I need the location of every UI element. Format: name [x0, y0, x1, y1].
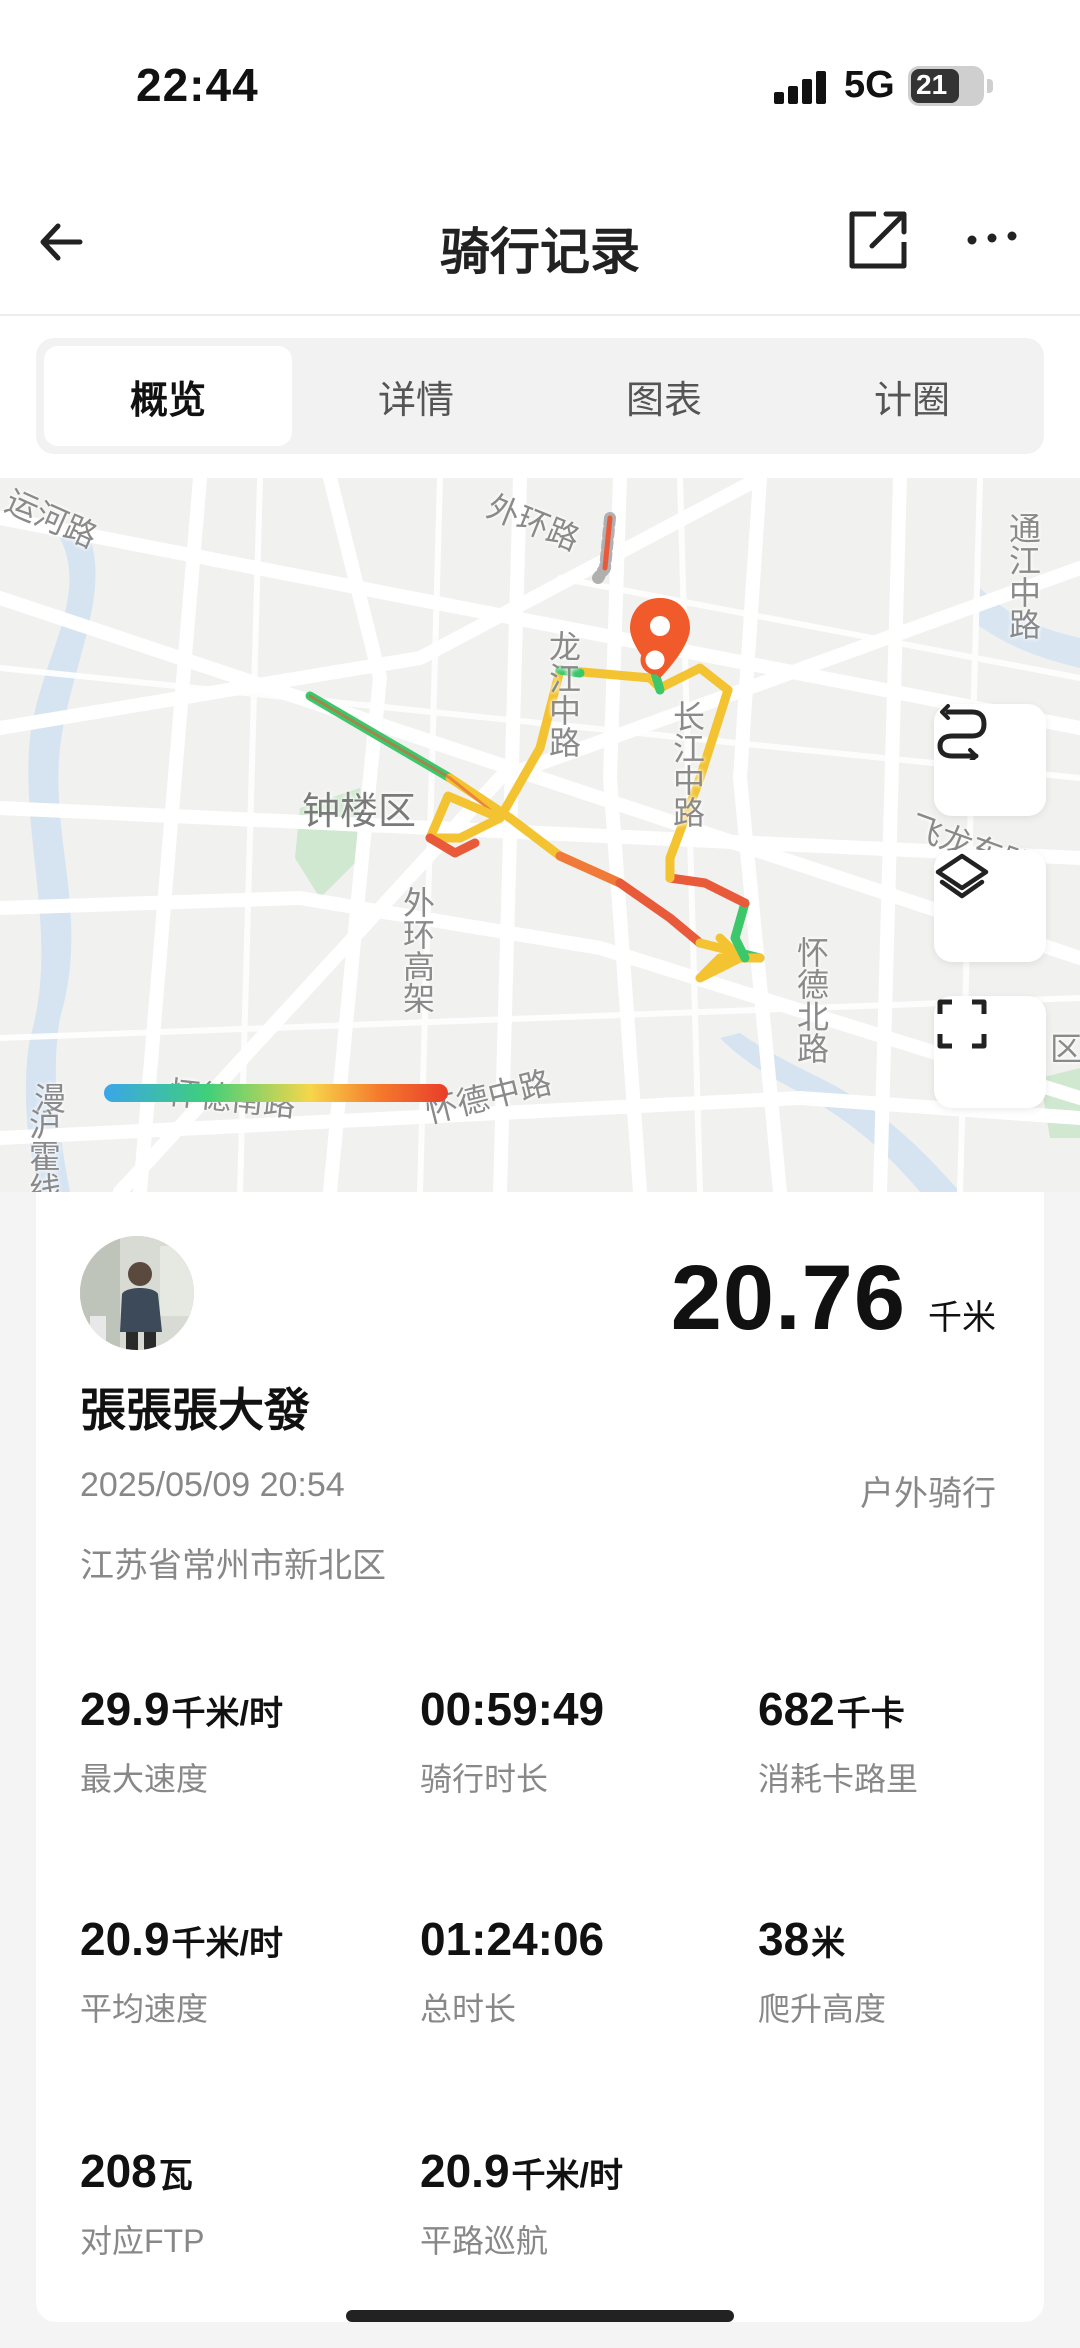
stat-label: 对应FTP	[80, 2223, 205, 2259]
map-label-waihuan-gaojia: 外环高架	[399, 886, 435, 1014]
route-pin-icon	[630, 598, 690, 678]
stat-value: 29.9	[80, 1683, 170, 1735]
stat-max-speed: 29.9千米/时 最大速度	[80, 1682, 283, 1800]
layers-icon	[935, 853, 989, 899]
map-label-longjiang: 龙江中路	[545, 630, 581, 758]
stat-unit: 米	[811, 1925, 846, 1963]
segmented-tabs: 概览 详情 图表 计圈	[36, 338, 1044, 454]
more-button[interactable]	[964, 210, 1020, 266]
stat-label: 消耗卡路里	[758, 1761, 919, 1797]
username: 張張張大發	[80, 1384, 310, 1436]
stat-elevation: 38米 爬升高度	[758, 1912, 886, 2030]
stat-ride-duration: 00:59:49 骑行时长	[420, 1682, 604, 1800]
map-layers-button[interactable]	[934, 850, 1046, 962]
stat-ftp: 208瓦 对应FTP	[80, 2144, 204, 2262]
network-type: 5G	[844, 64, 895, 106]
stat-unit: 千米/时	[171, 1925, 283, 1963]
stat-label: 平均速度	[80, 1991, 209, 2027]
navigation-bar: 骑行记录	[0, 180, 1080, 316]
battery-level: 21	[916, 69, 948, 100]
route-map[interactable]: 运河路 外环路 通江中路 龙江中路 长江中路 钟楼区 飞龙东路 外环高架 怀德北…	[0, 478, 1080, 1192]
tab-overview[interactable]: 概览	[44, 346, 292, 446]
signal-icon	[774, 70, 828, 104]
home-indicator[interactable]	[346, 2310, 734, 2322]
tabs-section: 概览 详情 图表 计圈	[0, 316, 1080, 478]
stat-value: 20.9	[80, 1913, 170, 1965]
stat-value: 01:24:06	[420, 1913, 605, 1965]
speed-legend-bar	[104, 1084, 448, 1102]
stat-value: 208	[80, 2145, 157, 2197]
status-time: 22:44	[136, 59, 259, 111]
map-label-changjiang: 长江中路	[669, 700, 705, 828]
ride-datetime: 2025/05/09 20:54	[80, 1466, 345, 1504]
total-distance: 20.76 千米	[671, 1246, 996, 1351]
distance-unit: 千米	[928, 1299, 996, 1337]
route-toggle-button[interactable]	[934, 704, 1046, 816]
share-button[interactable]	[846, 208, 910, 272]
stat-avg-speed: 20.9千米/时 平均速度	[80, 1912, 283, 2030]
stat-label: 骑行时长	[420, 1761, 549, 1797]
ride-type: 户外骑行	[860, 1475, 996, 1513]
stat-label: 平路巡航	[420, 2223, 549, 2259]
share-icon	[849, 211, 907, 269]
stat-value: 38	[758, 1913, 810, 1965]
map-label-huaide-bei: 怀德北路	[793, 936, 829, 1064]
fullscreen-button[interactable]	[934, 996, 1046, 1108]
distance-value: 20.76	[670, 1247, 906, 1349]
tab-laps[interactable]: 计圈	[788, 346, 1036, 446]
stat-value: 00:59:49	[420, 1683, 605, 1735]
avatar-photo-icon	[80, 1236, 194, 1350]
stat-unit: 千米/时	[511, 2157, 623, 2195]
stat-label: 最大速度	[80, 1761, 209, 1797]
stat-value: 682	[758, 1683, 835, 1735]
ride-location: 江苏省常州市新北区	[80, 1547, 386, 1585]
map-label-quan: 区	[1050, 1031, 1080, 1067]
page-title: 骑行记录	[440, 224, 640, 280]
ride-summary-card: 20.76 千米 張張張大發 2025/05/09 20:54 户外骑行 江苏省…	[36, 1192, 1044, 2322]
avatar[interactable]	[80, 1236, 194, 1350]
map-label-zhonglou: 钟楼区	[302, 791, 417, 833]
stat-unit: 千卡	[836, 1695, 905, 1733]
status-bar: 22:44 5G 21	[0, 0, 1080, 180]
stat-unit: 瓦	[158, 2157, 193, 2195]
fullscreen-icon	[937, 999, 987, 1049]
map-label-huhuo: 沪霍线	[25, 1108, 61, 1192]
tab-charts[interactable]: 图表	[540, 346, 788, 446]
map-label-tongjiang: 通江中路	[1005, 512, 1041, 640]
battery-icon: 21	[908, 66, 993, 106]
stat-label: 总时长	[420, 1991, 517, 2027]
stat-calories: 682千卡 消耗卡路里	[758, 1682, 918, 1800]
stat-flat-cruise: 20.9千米/时 平路巡航	[420, 2144, 623, 2262]
stat-total-duration: 01:24:06 总时长	[420, 1912, 604, 2030]
stat-unit: 千米/时	[171, 1695, 283, 1733]
stat-label: 爬升高度	[758, 1991, 887, 2027]
route-switch-icon	[937, 704, 987, 760]
tab-details[interactable]: 详情	[292, 346, 540, 446]
stat-value: 20.9	[420, 2145, 510, 2197]
more-dots-icon	[967, 231, 1017, 245]
